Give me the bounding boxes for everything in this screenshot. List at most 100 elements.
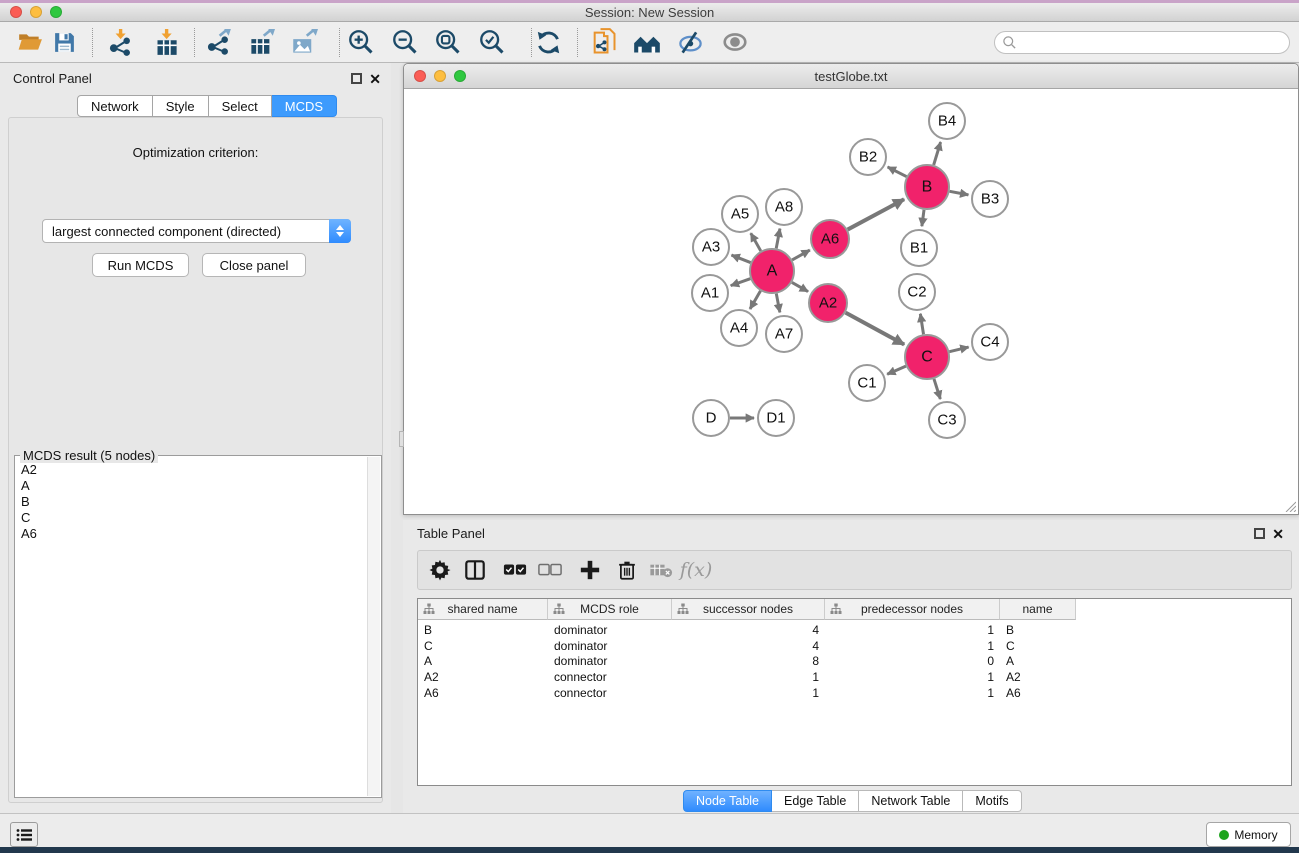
mcds-result-scrollbar[interactable] <box>367 457 380 796</box>
graph-edge-A-A7[interactable] <box>776 294 780 313</box>
network-window-titlebar[interactable]: testGlobe.txt <box>404 64 1298 89</box>
column-header-name[interactable]: name <box>1000 599 1076 620</box>
search-field[interactable] <box>994 31 1290 54</box>
tab-style[interactable]: Style <box>153 95 209 117</box>
zoom-fit-icon[interactable] <box>433 27 463 57</box>
window-controls[interactable] <box>10 6 62 18</box>
graph-node-label: A7 <box>775 326 793 343</box>
graph-edge-B-B1[interactable] <box>922 210 924 226</box>
network-maximize-button[interactable] <box>454 70 466 82</box>
network-graph[interactable]: AA1A2A3A4A5A6A7A8BB1B2B3B4CC1C2C3C4DD1 <box>404 89 1298 514</box>
delete-column-icon[interactable] <box>617 559 638 581</box>
function-builder-icon[interactable]: f(x) <box>680 559 713 581</box>
table-settings-icon[interactable] <box>429 559 451 581</box>
graph-edge-A-A4[interactable] <box>750 291 760 309</box>
network-close-button[interactable] <box>414 70 426 82</box>
close-panel-icon[interactable]: ✕ <box>369 74 381 85</box>
pane-divider-handle[interactable] <box>399 431 404 447</box>
graph-edge-C-C4[interactable] <box>949 347 968 352</box>
graph-edge-A-A8[interactable] <box>776 229 780 249</box>
import-network-icon[interactable] <box>105 27 135 57</box>
graph-edge-B-B4[interactable] <box>934 142 941 165</box>
graph-edge-C-C3[interactable] <box>934 379 940 399</box>
network-minimize-button[interactable] <box>434 70 446 82</box>
network-window-controls[interactable] <box>414 70 466 82</box>
network-window-title: testGlobe.txt <box>815 69 888 84</box>
graph-edge-C-C1[interactable] <box>887 366 906 374</box>
graph-edge-A2-C[interactable] <box>846 313 905 345</box>
zoom-in-icon[interactable] <box>346 27 376 57</box>
graph-edge-A-A5[interactable] <box>751 233 761 251</box>
column-visibility-icon[interactable] <box>464 559 486 581</box>
tab-network[interactable]: Network <box>77 95 153 117</box>
graph-edge-A-A6[interactable] <box>792 250 810 260</box>
column-header-MCDS-role[interactable]: MCDS role <box>548 599 672 620</box>
select-all-icon[interactable] <box>503 563 527 577</box>
tab-edge-table[interactable]: Edge Table <box>772 790 859 812</box>
table-row[interactable]: Adominator80A <box>418 653 1291 669</box>
table-row[interactable]: Cdominator41C <box>418 638 1291 654</box>
graph-node-label: B2 <box>859 149 877 166</box>
table-cell: 1 <box>672 670 825 684</box>
import-table-icon[interactable] <box>151 27 181 57</box>
table-row[interactable]: A2connector11A2 <box>418 669 1291 685</box>
close-window-button[interactable] <box>10 6 22 18</box>
float-panel-icon[interactable] <box>351 73 362 84</box>
add-column-icon[interactable] <box>579 559 601 581</box>
export-image-icon[interactable] <box>289 27 319 57</box>
close-panel-icon[interactable]: ✕ <box>1272 529 1284 540</box>
export-table-icon[interactable] <box>246 27 276 57</box>
tab-select[interactable]: Select <box>209 95 272 117</box>
refresh-layout-icon[interactable] <box>533 27 563 57</box>
mcds-result-item[interactable]: A2 <box>17 462 365 478</box>
graph-edge-C-C2[interactable] <box>920 314 923 335</box>
graph-edge-A-A1[interactable] <box>731 279 751 286</box>
memory-button[interactable]: Memory <box>1206 822 1291 847</box>
first-neighbors-icon[interactable] <box>632 27 662 57</box>
mcds-result-item[interactable]: A <box>17 478 365 494</box>
column-header-label: successor nodes <box>703 602 793 616</box>
hide-selected-icon[interactable] <box>675 27 705 57</box>
show-all-icon[interactable] <box>720 27 750 57</box>
close-panel-button[interactable]: Close panel <box>202 253 306 277</box>
window-title: Session: New Session <box>585 5 714 20</box>
graph-edge-A-A2[interactable] <box>792 282 808 291</box>
mcds-result-item[interactable]: A6 <box>17 526 365 542</box>
export-network-icon[interactable] <box>203 27 233 57</box>
delete-table-icon[interactable] <box>650 562 673 578</box>
network-canvas[interactable]: AA1A2A3A4A5A6A7A8BB1B2B3B4CC1C2C3C4DD1 <box>404 89 1298 514</box>
optimization-criterion-select[interactable]: largest connected component (directed) <box>42 219 351 243</box>
deselect-all-icon[interactable] <box>538 563 562 577</box>
maximize-window-button[interactable] <box>50 6 62 18</box>
column-header-predecessor-nodes[interactable]: predecessor nodes <box>825 599 1000 620</box>
app-titlebar[interactable]: Session: New Session <box>0 3 1299 22</box>
minimize-window-button[interactable] <box>30 6 42 18</box>
graph-edge-B-B2[interactable] <box>888 167 907 177</box>
clone-network-icon[interactable] <box>589 27 619 57</box>
task-history-button[interactable] <box>10 822 38 847</box>
zoom-selected-icon[interactable] <box>477 27 507 57</box>
table-panel: Table Panel ✕ f(x) shared nameMCDS roles… <box>403 520 1299 813</box>
tab-network-table[interactable]: Network Table <box>859 790 963 812</box>
node-table[interactable]: shared nameMCDS role successor nodes prede… <box>417 598 1292 786</box>
column-header-shared-name[interactable]: shared name <box>418 599 548 620</box>
run-mcds-button[interactable]: Run MCDS <box>92 253 189 277</box>
table-row[interactable]: Bdominator41B <box>418 622 1291 638</box>
tab-motifs[interactable]: Motifs <box>963 790 1021 812</box>
zoom-out-icon[interactable] <box>390 27 420 57</box>
resize-grip-icon[interactable] <box>1283 499 1296 512</box>
mcds-result-item[interactable]: C <box>17 510 365 526</box>
open-file-icon[interactable] <box>15 27 45 57</box>
mcds-result-item[interactable]: B <box>17 494 365 510</box>
tab-mcds[interactable]: MCDS <box>272 95 337 117</box>
tab-node-table[interactable]: Node Table <box>683 790 772 812</box>
graph-edge-B-B3[interactable] <box>950 191 969 195</box>
graph-edge-A-A3[interactable] <box>731 255 750 263</box>
graph-edge-A6-B[interactable] <box>848 199 904 229</box>
search-input[interactable] <box>1017 36 1289 50</box>
table-row[interactable]: A6connector11A6 <box>418 685 1291 701</box>
column-header-successor-nodes[interactable]: successor nodes <box>672 599 825 620</box>
mcds-result-list: A2ABCA6 <box>17 462 365 793</box>
float-panel-icon[interactable] <box>1254 528 1265 539</box>
save-session-icon[interactable] <box>49 27 79 57</box>
